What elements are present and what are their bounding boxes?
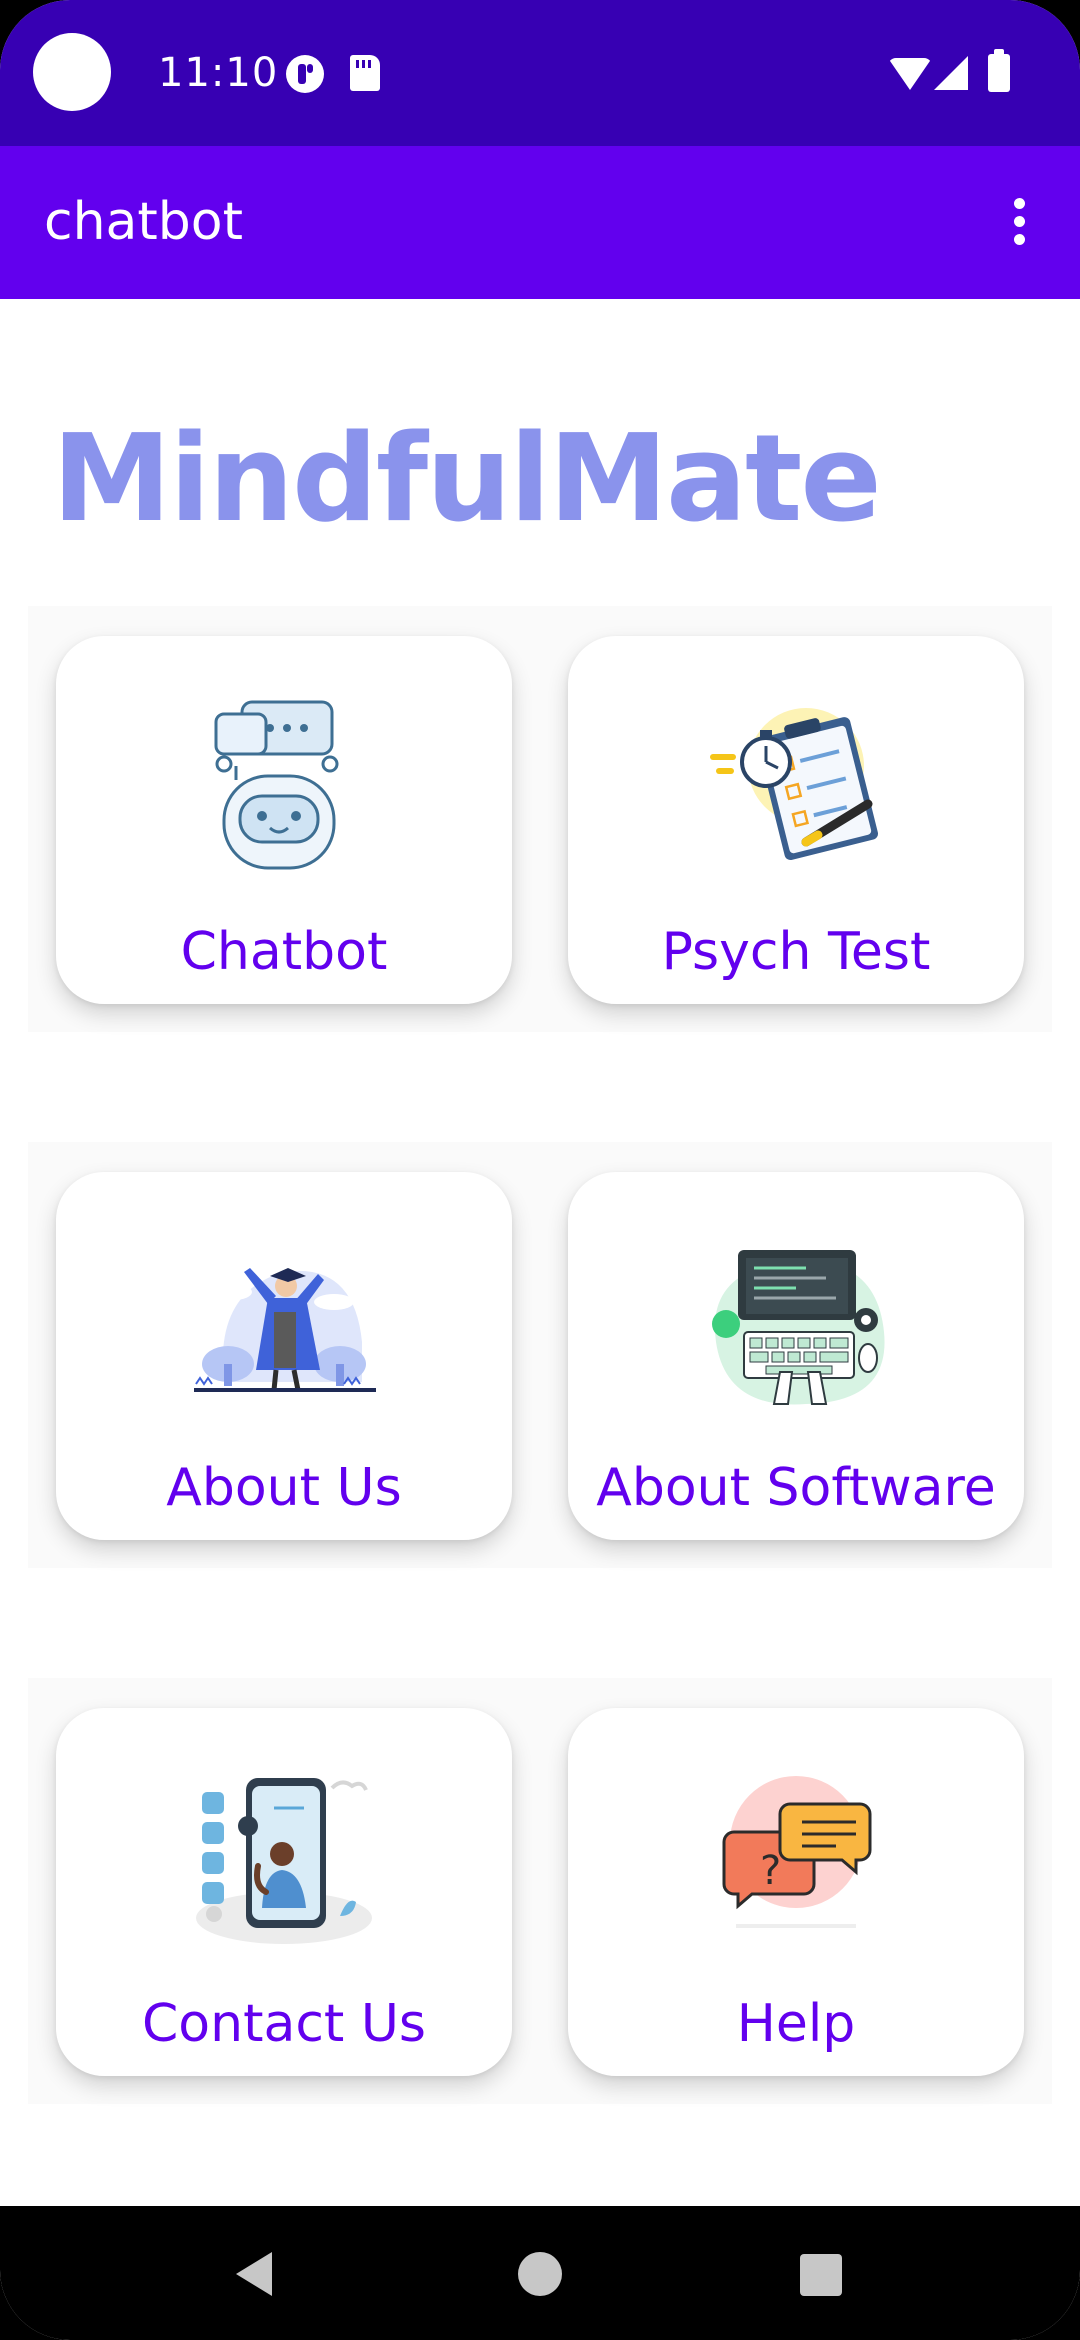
sd-card-icon [350, 55, 380, 91]
t-app-icon [286, 55, 324, 93]
phone-support-illustration [196, 1778, 372, 1944]
psych-test-card[interactable]: Psych Test [568, 636, 1024, 1004]
app-bar-title: chatbot [44, 192, 244, 252]
contact-us-label: Contact Us [142, 1994, 426, 2054]
help-label: Help [736, 1994, 856, 2054]
recents-icon[interactable] [800, 2254, 842, 2296]
menu-row: Contact Us ? Help [28, 1678, 1052, 2104]
contact-us-card[interactable]: Contact Us [56, 1708, 512, 2076]
help-chat-bubbles-illustration: ? [722, 1776, 872, 1928]
back-icon[interactable] [236, 2252, 272, 2296]
about-software-label: About Software [596, 1458, 996, 1518]
robot-chat-illustration [214, 700, 339, 870]
laptop-keyboard-illustration [712, 1250, 885, 1405]
more-vert-icon[interactable] [1000, 192, 1040, 252]
brand-title: MindfulMate [52, 410, 882, 549]
chatbot-card[interactable]: Chatbot [56, 636, 512, 1004]
signal-icon [934, 56, 968, 90]
about-us-card[interactable]: About Us [56, 1172, 512, 1540]
home-icon[interactable] [518, 2252, 562, 2296]
chatbot-label: Chatbot [180, 922, 388, 982]
clipboard-stopwatch-illustration [710, 708, 878, 861]
app-screen: 11:10 chatbot MindfulMate Chatbot Psych … [0, 0, 1080, 2340]
svg-text:?: ? [760, 1848, 781, 1894]
camera-cutout [33, 33, 111, 111]
status-time: 11:10 [158, 50, 279, 96]
graduate-illustration [194, 1268, 376, 1392]
menu-row: Chatbot Psych Test [28, 606, 1052, 1032]
app-bar: chatbot [0, 146, 1080, 299]
status-bar: 11:10 [0, 0, 1080, 146]
help-card[interactable]: ? Help [568, 1708, 1024, 2076]
battery-icon [988, 49, 1010, 92]
psych-test-label: Psych Test [661, 922, 931, 982]
wifi-icon [888, 58, 932, 90]
menu-row: About Us About Software [28, 1142, 1052, 1568]
about-us-label: About Us [166, 1458, 402, 1518]
about-software-card[interactable]: About Software [568, 1172, 1024, 1540]
system-nav-bar [0, 2206, 1080, 2340]
